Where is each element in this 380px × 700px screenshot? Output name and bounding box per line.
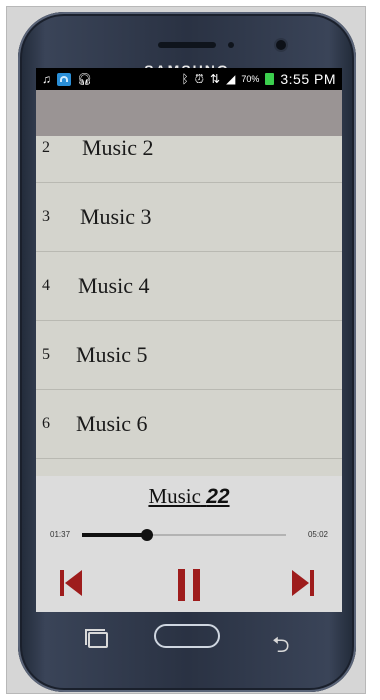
previous-icon: [60, 570, 82, 596]
track-title: Music 2: [82, 136, 154, 160]
list-item[interactable]: 2 Music 2: [36, 136, 342, 183]
seek-bar[interactable]: [82, 529, 286, 541]
track-title: Music 3: [80, 204, 152, 229]
back-icon[interactable]: ⮌: [272, 628, 290, 666]
previous-button[interactable]: [58, 568, 84, 603]
wifi-icon: [57, 72, 71, 86]
track-title: Music 6: [76, 411, 148, 436]
app-bar: [36, 90, 342, 136]
data-icon: ⇅: [210, 72, 221, 86]
signal-icon: ◢: [226, 72, 236, 86]
hardware-keys: ⮌: [36, 620, 342, 668]
battery-icon: [265, 73, 275, 85]
recent-apps-icon[interactable]: [85, 629, 108, 648]
phone-screen: ♫ 🎧︎ ᛒ ⏰︎ ⇅ ◢ 70% 3:55 PM 2 Music 2 3 Mu…: [36, 68, 342, 612]
front-camera: [276, 40, 286, 50]
music-player: Music 22 01:37 05:02: [36, 476, 342, 612]
track-number: 6: [42, 415, 50, 432]
pause-icon: [178, 569, 200, 601]
alarm-icon: ⏰︎: [194, 72, 205, 86]
list-item[interactable]: 3 Music 3: [36, 183, 342, 252]
next-icon: [292, 570, 314, 596]
status-bar: ♫ 🎧︎ ᛒ ⏰︎ ⇅ ◢ 70% 3:55 PM: [36, 68, 342, 90]
now-playing-title: Music 22: [36, 484, 342, 509]
bluetooth-icon: ᛒ: [181, 72, 189, 86]
list-item[interactable]: 5 Music 5: [36, 321, 342, 390]
list-item[interactable]: 4 Music 4: [36, 252, 342, 321]
earpiece: [158, 42, 216, 48]
track-number: 2: [42, 139, 50, 156]
clock: 3:55 PM: [280, 71, 336, 87]
now-playing-label: Music: [148, 484, 201, 508]
seek-thumb[interactable]: [141, 529, 154, 541]
track-title: Music 4: [78, 273, 150, 298]
sensor: [228, 42, 234, 48]
battery-percent: 70%: [241, 74, 260, 84]
list-item[interactable]: 6 Music 6: [36, 390, 342, 459]
track-number: 4: [42, 277, 50, 294]
music-list[interactable]: 2 Music 2 3 Music 3 4 Music 4 5 Music 5 …: [36, 136, 342, 476]
home-icon[interactable]: [154, 624, 220, 648]
seek-bar-progress: [82, 533, 148, 537]
next-button[interactable]: [290, 568, 316, 603]
total-duration: 05:02: [307, 530, 328, 539]
headphones-icon: 🎧︎: [77, 72, 93, 86]
music-icon: ♫: [42, 72, 51, 86]
track-number: 3: [42, 208, 50, 225]
pause-button[interactable]: [176, 568, 202, 607]
now-playing-number: 22: [206, 485, 230, 508]
track-number: 5: [42, 346, 50, 363]
track-title: Music 5: [76, 342, 148, 367]
elapsed-time: 01:37: [50, 530, 71, 539]
